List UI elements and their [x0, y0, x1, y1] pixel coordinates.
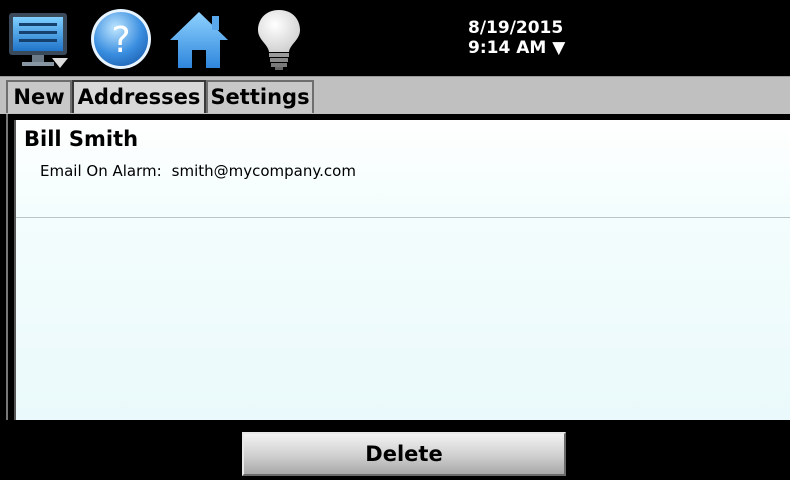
chevron-down-icon[interactable]: ▼	[552, 38, 565, 58]
tab-addresses[interactable]: Addresses	[72, 80, 206, 113]
detail-label: Email On Alarm:	[40, 162, 162, 180]
delete-button[interactable]: Delete	[242, 432, 566, 476]
monitor-menu-icon[interactable]	[6, 6, 72, 72]
date-label: 8/19/2015	[468, 18, 564, 38]
svg-text:?: ?	[111, 20, 130, 61]
tab-bar: New Addresses Settings	[0, 76, 790, 114]
address-list: Bill Smith Email On Alarm: smith@mycompan…	[14, 120, 790, 420]
address-detail: Email On Alarm: smith@mycompany.com	[40, 162, 356, 180]
detail-value: smith@mycompany.com	[171, 162, 356, 180]
date-time-display[interactable]: 8/19/2015 9:14 AM ▼	[468, 18, 565, 58]
tab-new[interactable]: New	[6, 80, 72, 113]
home-icon[interactable]	[166, 6, 232, 72]
help-icon[interactable]: ?	[88, 6, 154, 72]
tab-settings[interactable]: Settings	[206, 80, 314, 113]
lightbulb-icon[interactable]	[246, 6, 312, 72]
time-label: 9:14 AM	[468, 38, 547, 58]
address-name: Bill Smith	[24, 127, 139, 151]
bottom-action-bar: Delete	[0, 420, 790, 480]
list-item[interactable]: Bill Smith Email On Alarm: smith@mycompan…	[16, 120, 790, 218]
time-row: 9:14 AM ▼	[468, 38, 565, 58]
top-toolbar: ? 8/19/2015 9:14 AM ▼	[0, 0, 790, 76]
